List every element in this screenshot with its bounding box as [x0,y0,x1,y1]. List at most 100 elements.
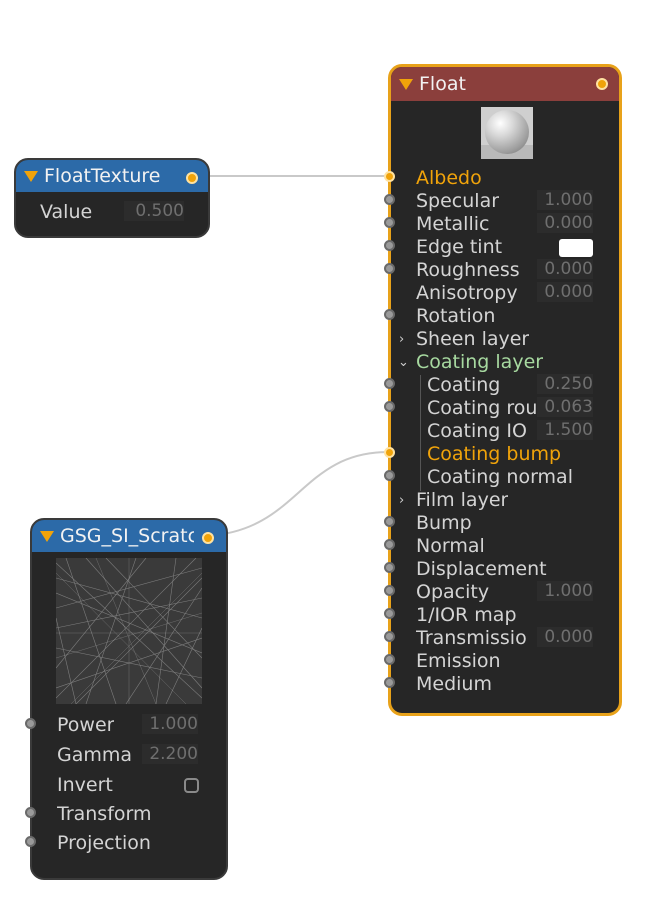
param-row-roughness[interactable]: Roughness 0.000 [391,259,619,282]
value-field[interactable]: 0.063 [537,397,593,417]
param-row-power[interactable]: Power 1.000 [32,714,226,737]
param-row-coating-roughness[interactable]: Coating rou 0.063 [391,397,619,420]
input-socket-edge-tint[interactable] [384,240,395,251]
param-row-medium[interactable]: Medium [391,673,619,696]
input-socket-coating-roughness[interactable] [384,401,395,412]
input-socket-transmission[interactable] [384,631,395,642]
param-row-opacity[interactable]: Opacity 1.000 [391,581,619,604]
param-row-ior-map[interactable]: 1/IOR map [391,604,619,627]
input-socket-albedo[interactable] [384,171,395,182]
input-socket-coating[interactable] [384,378,395,389]
output-socket[interactable] [596,78,608,90]
param-row-displacement[interactable]: Displacement [391,558,619,581]
value-field[interactable]: 1.000 [142,714,198,734]
collapse-triangle-icon[interactable] [24,170,38,182]
param-label: Power [57,714,115,736]
input-socket-power[interactable] [25,718,36,729]
floattexture-node-header[interactable]: FloatTexture [16,160,208,192]
param-label: Bump [416,512,472,534]
scratch-texture-node[interactable]: GSG_SI_Scratc Power 1.000 Gamma 2.200 In… [30,518,228,880]
param-label: Anisotropy [416,282,518,304]
group-film-layer[interactable]: › Film layer [391,489,619,512]
value-field[interactable]: 0.250 [537,374,593,394]
param-row-gamma[interactable]: Gamma 2.200 [32,744,226,767]
invert-checkbox[interactable] [184,778,199,793]
param-row-albedo[interactable]: Albedo [391,167,619,190]
param-row-rotation[interactable]: Rotation [391,305,619,328]
scratch-pattern-icon [56,558,202,704]
value-field[interactable]: 1.500 [537,420,593,440]
param-row-anisotropy[interactable]: Anisotropy 0.000 [391,282,619,305]
input-socket-ior-map[interactable] [384,608,395,619]
input-socket-emission[interactable] [384,654,395,665]
input-socket-transform[interactable] [25,807,36,818]
output-socket[interactable] [186,172,198,184]
input-socket-roughness[interactable] [384,263,395,274]
value-field[interactable]: 1.000 [537,190,593,210]
chevron-down-icon[interactable]: ⌄ [398,351,409,374]
value-field[interactable]: 1.000 [537,581,593,601]
param-label: Normal [416,535,485,557]
value-field[interactable]: 0.000 [537,627,593,647]
scratch-node-header[interactable]: GSG_SI_Scratc [32,520,226,552]
input-socket-rotation[interactable] [384,309,395,320]
param-row-normal[interactable]: Normal [391,535,619,558]
param-row-coating-bump[interactable]: Coating bump [391,443,619,466]
output-socket[interactable] [202,532,214,544]
group-coating-layer[interactable]: ⌄ Coating layer [391,351,619,374]
param-row-bump[interactable]: Bump [391,512,619,535]
input-socket-bump[interactable] [384,516,395,527]
param-label: Coating [427,374,501,396]
value-field[interactable]: 0.000 [537,213,593,233]
input-socket-normal[interactable] [384,539,395,550]
param-label: Roughness [416,259,520,281]
param-row-value[interactable]: Value 0.500 [16,201,208,224]
value-field[interactable]: 0.000 [537,259,593,279]
sphere-icon [485,110,529,154]
color-swatch[interactable] [559,239,593,257]
param-label: Coating rou [427,397,537,419]
param-label: Specular [416,190,500,212]
param-row-transform[interactable]: Transform [32,803,226,826]
value-field[interactable]: 2.200 [142,744,198,764]
float-node-header[interactable]: Float [391,67,619,101]
param-label: Edge tint [416,236,503,258]
param-label: Emission [416,650,501,672]
param-row-invert[interactable]: Invert [32,774,226,797]
chevron-right-icon[interactable]: › [399,489,404,512]
param-label: Gamma [57,744,133,766]
input-socket-metallic[interactable] [384,217,395,228]
param-row-edge-tint[interactable]: Edge tint [391,236,619,259]
input-socket-medium[interactable] [384,677,395,688]
float-node[interactable]: Float Albedo Specular 1.000 Metallic 0.0… [388,64,622,716]
input-socket-specular[interactable] [384,194,395,205]
input-socket-opacity[interactable] [384,585,395,596]
param-row-projection[interactable]: Projection [32,832,226,855]
param-row-coating[interactable]: Coating 0.250 [391,374,619,397]
param-row-transmission[interactable]: Transmissio 0.000 [391,627,619,650]
param-label: Value [40,201,93,223]
param-label: Metallic [416,213,490,235]
group-sheen-layer[interactable]: › Sheen layer [391,328,619,351]
input-socket-coating-normal[interactable] [384,470,395,481]
node-title: GSG_SI_Scratc [60,525,194,547]
input-socket-projection[interactable] [25,836,36,847]
param-row-specular[interactable]: Specular 1.000 [391,190,619,213]
param-row-emission[interactable]: Emission [391,650,619,673]
value-field[interactable]: 0.000 [537,282,593,302]
param-row-metallic[interactable]: Metallic 0.000 [391,213,619,236]
input-socket-displacement[interactable] [384,562,395,573]
param-row-coating-normal[interactable]: Coating normal [391,466,619,489]
value-field[interactable]: 0.500 [124,201,184,221]
param-label: Displacement [416,558,547,580]
param-label: Projection [57,832,151,854]
input-socket-coating-bump[interactable] [384,447,395,458]
texture-preview [56,558,202,704]
param-row-coating-ior[interactable]: Coating IO 1.500 [391,420,619,443]
chevron-right-icon[interactable]: › [399,328,404,351]
param-label: Coating IO [427,420,527,442]
collapse-triangle-icon[interactable] [40,530,54,542]
wire-scratch-to-coating-bump [206,451,390,537]
collapse-triangle-icon[interactable] [399,78,413,90]
floattexture-node[interactable]: FloatTexture Value 0.500 [14,158,210,238]
